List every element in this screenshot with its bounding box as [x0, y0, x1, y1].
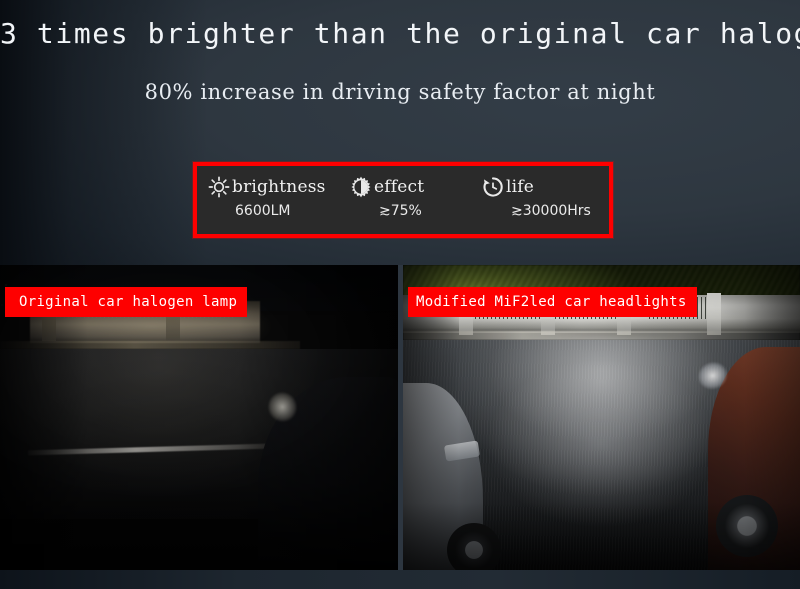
panel-tag-led: Modified MiF2led car headlights: [408, 287, 697, 317]
comparison-section: Original car halogen lamp Modified MiF2l…: [0, 265, 800, 570]
footer-strip: [0, 570, 800, 589]
promo-page: 3 times brighter than the original car h…: [0, 0, 800, 589]
panel-tag-halogen: Original car halogen lamp: [5, 287, 248, 317]
page-title: 3 times brighter than the original car h…: [0, 17, 800, 50]
comparison-panel-halogen: Original car halogen lamp: [0, 265, 398, 570]
spec-value-brightness: 6600LM: [235, 203, 291, 219]
spec-life-row: life: [481, 174, 534, 200]
clock-history-icon: [481, 175, 505, 199]
sun-icon: [207, 175, 231, 199]
contrast-icon: [349, 175, 373, 199]
comparison-panel-led: Modified MiF2led car headlights: [403, 265, 800, 570]
spec-label-brightness: brightness: [232, 177, 326, 197]
spec-panel: brightness 6600LM effect ≳75% life ≳3000…: [193, 162, 613, 238]
spec-value-life: ≳30000Hrs: [511, 203, 591, 219]
spec-label-life: life: [506, 177, 535, 197]
spec-label-effect: effect: [374, 177, 425, 197]
page-subtitle: 80% increase in driving safety factor at…: [144, 80, 656, 104]
hero-section: 3 times brighter than the original car h…: [0, 0, 800, 265]
spec-panel-inner: brightness 6600LM effect ≳75% life ≳3000…: [197, 166, 609, 234]
spec-brightness-row: brightness: [207, 174, 326, 200]
spec-effect-row: effect: [349, 174, 424, 200]
spec-value-effect: ≳75%: [379, 203, 422, 219]
